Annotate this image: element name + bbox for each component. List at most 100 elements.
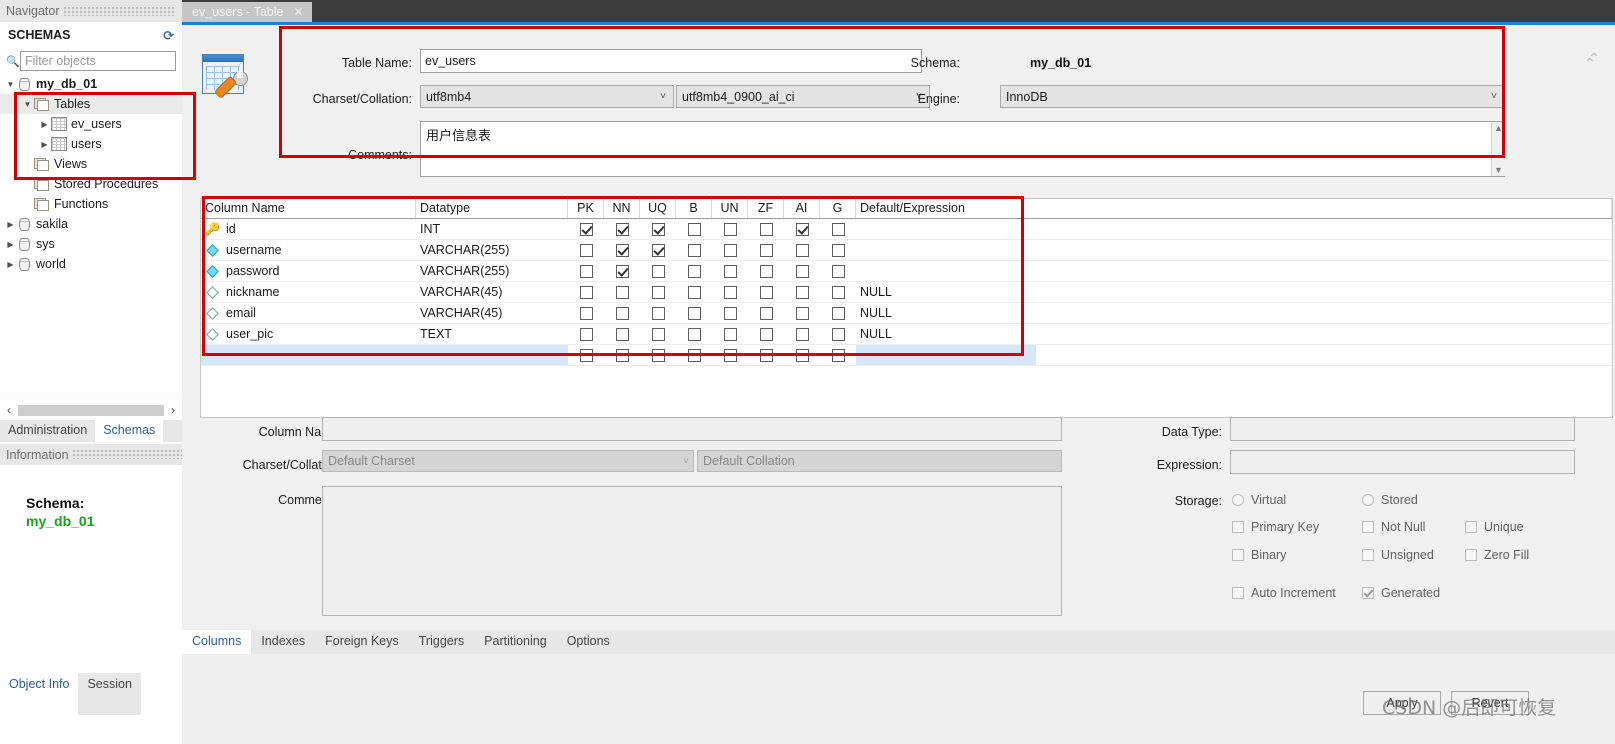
grid-cell-g-checkbox[interactable] bbox=[820, 324, 856, 344]
grid-cell-nn-checkbox[interactable] bbox=[604, 324, 640, 344]
grid-cell-nn-checkbox[interactable] bbox=[604, 282, 640, 302]
close-icon[interactable]: ✕ bbox=[294, 5, 304, 19]
grid-cell-default-expression[interactable]: NULL bbox=[856, 324, 1036, 344]
double-chevron-up-icon[interactable]: ˆˆ bbox=[1577, 47, 1607, 77]
grid-cell-datatype[interactable]: INT bbox=[416, 219, 568, 239]
grid-cell-nn-checkbox[interactable] bbox=[604, 219, 640, 239]
grid-header-default-expression[interactable]: Default/Expression bbox=[856, 199, 1612, 218]
detail-collation-select[interactable]: Default Collation bbox=[697, 450, 1062, 472]
grid-header-nn[interactable]: NN bbox=[604, 199, 640, 218]
grid-header-b[interactable]: B bbox=[676, 199, 712, 218]
grid-cell-pk-checkbox[interactable] bbox=[568, 219, 604, 239]
scroll-up-icon[interactable]: ▲ bbox=[1494, 123, 1503, 133]
flag-unique[interactable]: Unique bbox=[1465, 520, 1524, 534]
detail-comments-textarea[interactable] bbox=[322, 486, 1062, 616]
grid-cell-uq-checkbox[interactable] bbox=[640, 282, 676, 302]
grid-cell-b-checkbox[interactable] bbox=[676, 219, 712, 239]
grid-cell-column-name[interactable]: email bbox=[201, 303, 416, 323]
editor-tab-partitioning[interactable]: Partitioning bbox=[474, 630, 557, 654]
table-row[interactable]: email VARCHAR(45) NULL bbox=[201, 303, 1612, 324]
grid-cell-zf-checkbox[interactable] bbox=[748, 240, 784, 260]
tree-item-stored-procedures[interactable]: ▶Stored Procedures bbox=[0, 174, 182, 194]
tree-item-ev-users[interactable]: ▶ ev_users bbox=[0, 114, 182, 134]
grid-cell-un-checkbox[interactable] bbox=[712, 240, 748, 260]
editor-tab-indexes[interactable]: Indexes bbox=[251, 630, 315, 654]
storage-stored-radio[interactable]: Stored bbox=[1362, 493, 1418, 507]
grid-cell-un-checkbox[interactable] bbox=[712, 261, 748, 281]
grid-cell-nn-checkbox[interactable] bbox=[604, 345, 640, 365]
grid-cell-pk-checkbox[interactable] bbox=[568, 345, 604, 365]
flag-generated[interactable]: Generated bbox=[1362, 586, 1440, 600]
table-comments-textarea[interactable]: 用户信息表 bbox=[420, 121, 1505, 177]
tree-item-tables[interactable]: ▼ Tables bbox=[0, 94, 182, 114]
grid-cell-default-expression[interactable] bbox=[856, 219, 1036, 239]
grid-cell-uq-checkbox[interactable] bbox=[640, 324, 676, 344]
grid-cell-column-name[interactable]: user_pic bbox=[201, 324, 416, 344]
table-row[interactable]: nickname VARCHAR(45) NULL bbox=[201, 282, 1612, 303]
document-tab-ev-users[interactable]: ev_users - Table ✕ bbox=[182, 2, 312, 22]
filter-objects-input[interactable]: Filter objects bbox=[20, 51, 176, 71]
chevron-right-icon[interactable]: ▶ bbox=[4, 260, 17, 269]
scroll-down-icon[interactable]: ▼ bbox=[1494, 165, 1503, 175]
grid-cell-un-checkbox[interactable] bbox=[712, 282, 748, 302]
grid-cell-pk-checkbox[interactable] bbox=[568, 240, 604, 260]
grid-cell-ai-checkbox[interactable] bbox=[784, 345, 820, 365]
engine-select[interactable]: InnoDB ˅ bbox=[1000, 85, 1505, 108]
grid-cell-b-checkbox[interactable] bbox=[676, 240, 712, 260]
grid-cell-b-checkbox[interactable] bbox=[676, 303, 712, 323]
grid-cell-default-expression[interactable]: NULL bbox=[856, 282, 1036, 302]
grid-cell-b-checkbox[interactable] bbox=[676, 261, 712, 281]
grid-cell-b-checkbox[interactable] bbox=[676, 324, 712, 344]
chevron-down-icon[interactable]: ▼ bbox=[21, 100, 34, 109]
grid-header-uq[interactable]: UQ bbox=[640, 199, 676, 218]
grid-cell-uq-checkbox[interactable] bbox=[640, 345, 676, 365]
grid-cell-default-expression[interactable] bbox=[856, 240, 1036, 260]
grid-cell-nn-checkbox[interactable] bbox=[604, 240, 640, 260]
grid-header-datatype[interactable]: Datatype bbox=[416, 199, 568, 218]
sidebar-tab-administration[interactable]: Administration bbox=[0, 420, 95, 442]
grid-cell-pk-checkbox[interactable] bbox=[568, 261, 604, 281]
grid-cell-uq-checkbox[interactable] bbox=[640, 303, 676, 323]
chevron-right-icon[interactable]: › bbox=[164, 403, 182, 417]
grid-cell-g-checkbox[interactable] bbox=[820, 345, 856, 365]
chevron-left-icon[interactable]: ‹ bbox=[0, 403, 18, 417]
sidebar-bottom-tab-session[interactable]: Session bbox=[78, 673, 141, 715]
chevron-right-icon[interactable]: ▶ bbox=[38, 120, 51, 129]
grid-cell-datatype[interactable]: TEXT bbox=[416, 324, 568, 344]
grid-cell-uq-checkbox[interactable] bbox=[640, 240, 676, 260]
grid-cell-zf-checkbox[interactable] bbox=[748, 282, 784, 302]
grid-cell-g-checkbox[interactable] bbox=[820, 240, 856, 260]
comments-scrollbar[interactable]: ▲ ▼ bbox=[1491, 122, 1505, 176]
grid-cell-g-checkbox[interactable] bbox=[820, 261, 856, 281]
grid-cell-ai-checkbox[interactable] bbox=[784, 261, 820, 281]
sidebar-bottom-tab-object-info[interactable]: Object Info bbox=[0, 673, 78, 691]
charset-select[interactable]: utf8mb4 ˅ bbox=[420, 85, 674, 108]
sidebar-panel-tabs[interactable]: Administration Schemas bbox=[0, 420, 182, 442]
grid-cell-datatype[interactable]: VARCHAR(255) bbox=[416, 261, 568, 281]
grid-cell-un-checkbox[interactable] bbox=[712, 324, 748, 344]
tree-item-users[interactable]: ▶ users bbox=[0, 134, 182, 154]
grid-header-g[interactable]: G bbox=[820, 199, 856, 218]
grid-cell-ai-checkbox[interactable] bbox=[784, 303, 820, 323]
grid-cell-column-name[interactable]: password bbox=[201, 261, 416, 281]
grid-header-ai[interactable]: AI bbox=[784, 199, 820, 218]
grid-cell-pk-checkbox[interactable] bbox=[568, 324, 604, 344]
grid-cell-column-name[interactable] bbox=[201, 345, 416, 365]
grid-header-zf[interactable]: ZF bbox=[748, 199, 784, 218]
flag-not-null[interactable]: Not Null bbox=[1362, 520, 1425, 534]
sidebar-tab-schemas[interactable]: Schemas bbox=[95, 420, 164, 442]
grid-cell-nn-checkbox[interactable] bbox=[604, 261, 640, 281]
columns-grid[interactable]: Column Name Datatype PK NN UQ B UN ZF AI G Default… bbox=[200, 198, 1613, 418]
table-row[interactable] bbox=[201, 345, 1612, 366]
table-row[interactable]: password VARCHAR(255) bbox=[201, 261, 1612, 282]
flag-primary-key[interactable]: Primary Key bbox=[1232, 520, 1319, 534]
expression-input[interactable] bbox=[1230, 450, 1575, 474]
grid-cell-b-checkbox[interactable] bbox=[676, 282, 712, 302]
grid-cell-zf-checkbox[interactable] bbox=[748, 261, 784, 281]
grid-cell-nn-checkbox[interactable] bbox=[604, 303, 640, 323]
tree-item-my-db-01[interactable]: ▼ my_db_01 bbox=[0, 74, 182, 94]
sidebar-hscrollbar[interactable]: ‹ › bbox=[0, 400, 182, 420]
sidebar-bottom-tabs[interactable]: Object Info Session bbox=[0, 673, 182, 719]
detail-charset-select[interactable]: Default Charset ˅ bbox=[322, 450, 694, 472]
editor-tabs[interactable]: Columns Indexes Foreign Keys Triggers Partit… bbox=[182, 630, 1615, 654]
